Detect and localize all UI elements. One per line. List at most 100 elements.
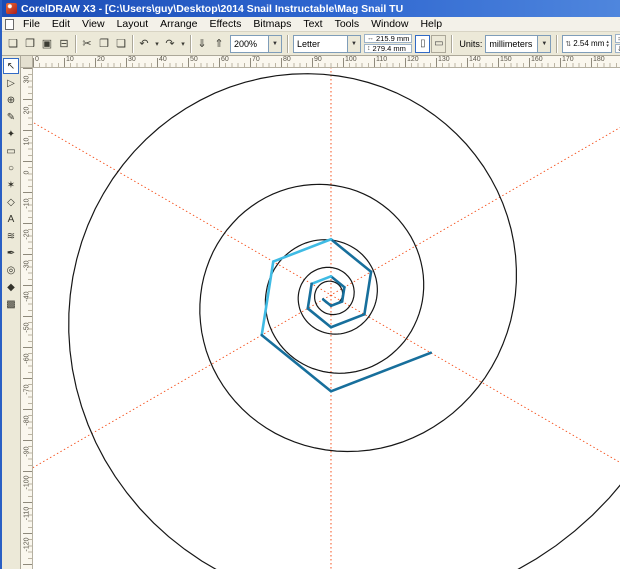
- h-ruler-label: 0: [35, 56, 39, 63]
- duplicate-y-field[interactable]: ⇊ 6.35 mm: [614, 44, 620, 53]
- new-button[interactable]: ❑: [5, 34, 21, 53]
- portrait-button[interactable]: ▯: [415, 34, 431, 53]
- polygon-spiral-segment[interactable]: [260, 260, 275, 337]
- v-ruler-label: -100: [23, 475, 31, 490]
- duplicate-x-field[interactable]: ⇉ 6.35 mm: [614, 34, 620, 43]
- copy-button[interactable]: ❐: [96, 34, 112, 53]
- h-ruler-label: 20: [97, 56, 105, 63]
- menu-bitmaps[interactable]: Bitmaps: [247, 17, 297, 31]
- horizontal-ruler[interactable]: 0 10 20 30 40 50 60 70 80 90 100 110 120 130 140 150 160…: [33, 56, 620, 68]
- polygon-spiral-segment[interactable]: [310, 275, 333, 286]
- outline-tool[interactable]: ◎: [3, 262, 19, 278]
- spin-down-icon[interactable]: ▾: [606, 43, 609, 48]
- guideline[interactable]: [33, 68, 620, 569]
- rectangle-tool[interactable]: ▭: [3, 143, 19, 159]
- import-button[interactable]: ⇓: [194, 34, 210, 53]
- h-ruler-label: 160: [531, 56, 543, 63]
- menubar-items: File Edit View Layout Arrange Effects Bitmaps T…: [17, 17, 448, 31]
- nudge-value: 2.54 mm: [573, 39, 605, 48]
- zoom-tool[interactable]: ⊕: [3, 92, 19, 108]
- drawing-svg[interactable]: [33, 68, 620, 569]
- freehand-tool[interactable]: ✎: [3, 109, 19, 125]
- export-button[interactable]: ⇑: [211, 34, 227, 53]
- smart-drawing-tool[interactable]: ✦: [3, 126, 19, 142]
- polygon-spiral-segment[interactable]: [271, 237, 333, 263]
- drawing-area[interactable]: [33, 68, 620, 569]
- polygon-spiral-segment[interactable]: [363, 270, 373, 316]
- undo-button[interactable]: ↶: [136, 34, 152, 53]
- paste-button[interactable]: ❏: [113, 34, 129, 53]
- paper-type-dropdown-icon[interactable]: ▼: [347, 35, 360, 52]
- units-label: Units:: [459, 38, 483, 49]
- workspace: ↖ ▷ ⊕ ✎ ✦ ▭ ○ ✶ ◇ A ≋ ✒ ◎ ◆ ▩ 0 10 20 30 40 50 60 70 80 90 100 11…: [2, 56, 620, 569]
- redo-dropdown-icon[interactable]: ▾: [179, 34, 187, 53]
- interactive-fill-tool[interactable]: ▩: [3, 296, 19, 312]
- menu-edit[interactable]: Edit: [46, 17, 76, 31]
- units-combo[interactable]: millimeters ▼: [485, 34, 552, 53]
- duplicate-distance-fields: ⇉ 6.35 mm ⇊ 6.35 mm: [614, 34, 620, 53]
- polygon-spiral-segment[interactable]: [321, 298, 333, 308]
- polygon-spiral-segment[interactable]: [329, 300, 344, 308]
- open-button[interactable]: ❒: [22, 34, 38, 53]
- document-icon: [5, 18, 14, 30]
- ellipse-tool[interactable]: ○: [3, 160, 19, 176]
- menu-effects[interactable]: Effects: [203, 17, 247, 31]
- h-ruler-label: 100: [345, 56, 357, 63]
- guideline[interactable]: [33, 68, 620, 569]
- titlebar[interactable]: CorelDRAW X3 - [C:\Users\guy\Desktop\201…: [2, 0, 620, 17]
- undo-dropdown-icon[interactable]: ▾: [153, 34, 161, 53]
- polygon-spiral-segment[interactable]: [329, 237, 373, 274]
- nudge-spinner[interactable]: ▴ ▾: [606, 39, 609, 48]
- polygon-spiral-segment[interactable]: [306, 282, 313, 310]
- polygon-spiral-segment[interactable]: [329, 313, 366, 329]
- paper-height-value: 279.4 mm: [372, 44, 406, 53]
- menu-layout[interactable]: Layout: [111, 17, 155, 31]
- polygon-spiral-segment[interactable]: [260, 333, 333, 393]
- menu-tools[interactable]: Tools: [329, 17, 366, 31]
- paper-height-icon: ↕: [367, 45, 371, 52]
- basic-shapes-tool[interactable]: ◇: [3, 194, 19, 210]
- interactive-blend-tool[interactable]: ≋: [3, 228, 19, 244]
- vertical-ruler[interactable]: 30 20 10 0 -10 -20 -30 -40 -50 -60 -70 -80 -90 -100 -1…: [21, 68, 33, 569]
- v-ruler-label: -110: [23, 506, 31, 521]
- toolbar-separator: [190, 34, 191, 53]
- toolbar-standard-buttons: ❑ ❒ ▣ ⊟ ✂ ❐ ❏ ↶ ▾ ↷ ▾ ⇓ ⇑: [5, 34, 227, 53]
- redo-button[interactable]: ↷: [162, 34, 178, 53]
- polygon-spiral-segment[interactable]: [306, 307, 333, 329]
- fill-tool[interactable]: ◆: [3, 279, 19, 295]
- menu-arrange[interactable]: Arrange: [154, 17, 203, 31]
- h-ruler-label: 30: [128, 56, 136, 63]
- menu-text[interactable]: Text: [297, 17, 328, 31]
- save-button[interactable]: ▣: [39, 34, 55, 53]
- print-button[interactable]: ⊟: [56, 34, 72, 53]
- nudge-offset-field[interactable]: ⇅ 2.54 mm ▴ ▾: [562, 34, 612, 53]
- v-ruler-label: 0: [23, 170, 31, 175]
- ruler-origin-button[interactable]: [21, 56, 33, 68]
- polygon-spiral-segment[interactable]: [340, 285, 346, 303]
- paper-type-combo[interactable]: Letter ▼: [293, 34, 361, 53]
- v-ruler-label: 30: [23, 75, 31, 84]
- v-ruler-label: -80: [23, 415, 31, 426]
- units-dropdown-icon[interactable]: ▼: [537, 35, 551, 52]
- shape-tool[interactable]: ▷: [3, 75, 19, 91]
- pick-tool[interactable]: ↖: [3, 58, 19, 74]
- eyedropper-tool[interactable]: ✒: [3, 245, 19, 261]
- v-ruler-label: -60: [23, 353, 31, 364]
- polygon-tool[interactable]: ✶: [3, 177, 19, 193]
- v-ruler-label: 20: [23, 106, 31, 115]
- text-tool[interactable]: A: [3, 211, 19, 227]
- cut-button[interactable]: ✂: [79, 34, 95, 53]
- menu-file[interactable]: File: [17, 17, 46, 31]
- v-ruler-label: -90: [23, 446, 31, 457]
- h-ruler-label: 50: [190, 56, 198, 63]
- zoom-combo[interactable]: 200% ▼: [230, 34, 282, 53]
- paper-width-field[interactable]: ↔ 215.9 mm: [364, 34, 413, 43]
- polygon-spiral-segment[interactable]: [329, 351, 433, 393]
- landscape-button[interactable]: ▭: [431, 34, 447, 53]
- menu-view[interactable]: View: [76, 17, 111, 31]
- paper-height-field[interactable]: ↕ 279.4 mm: [364, 44, 413, 53]
- nudge-icon: ⇅: [565, 40, 572, 48]
- zoom-dropdown-icon[interactable]: ▼: [268, 35, 281, 52]
- menu-window[interactable]: Window: [365, 17, 414, 31]
- menu-help[interactable]: Help: [414, 17, 448, 31]
